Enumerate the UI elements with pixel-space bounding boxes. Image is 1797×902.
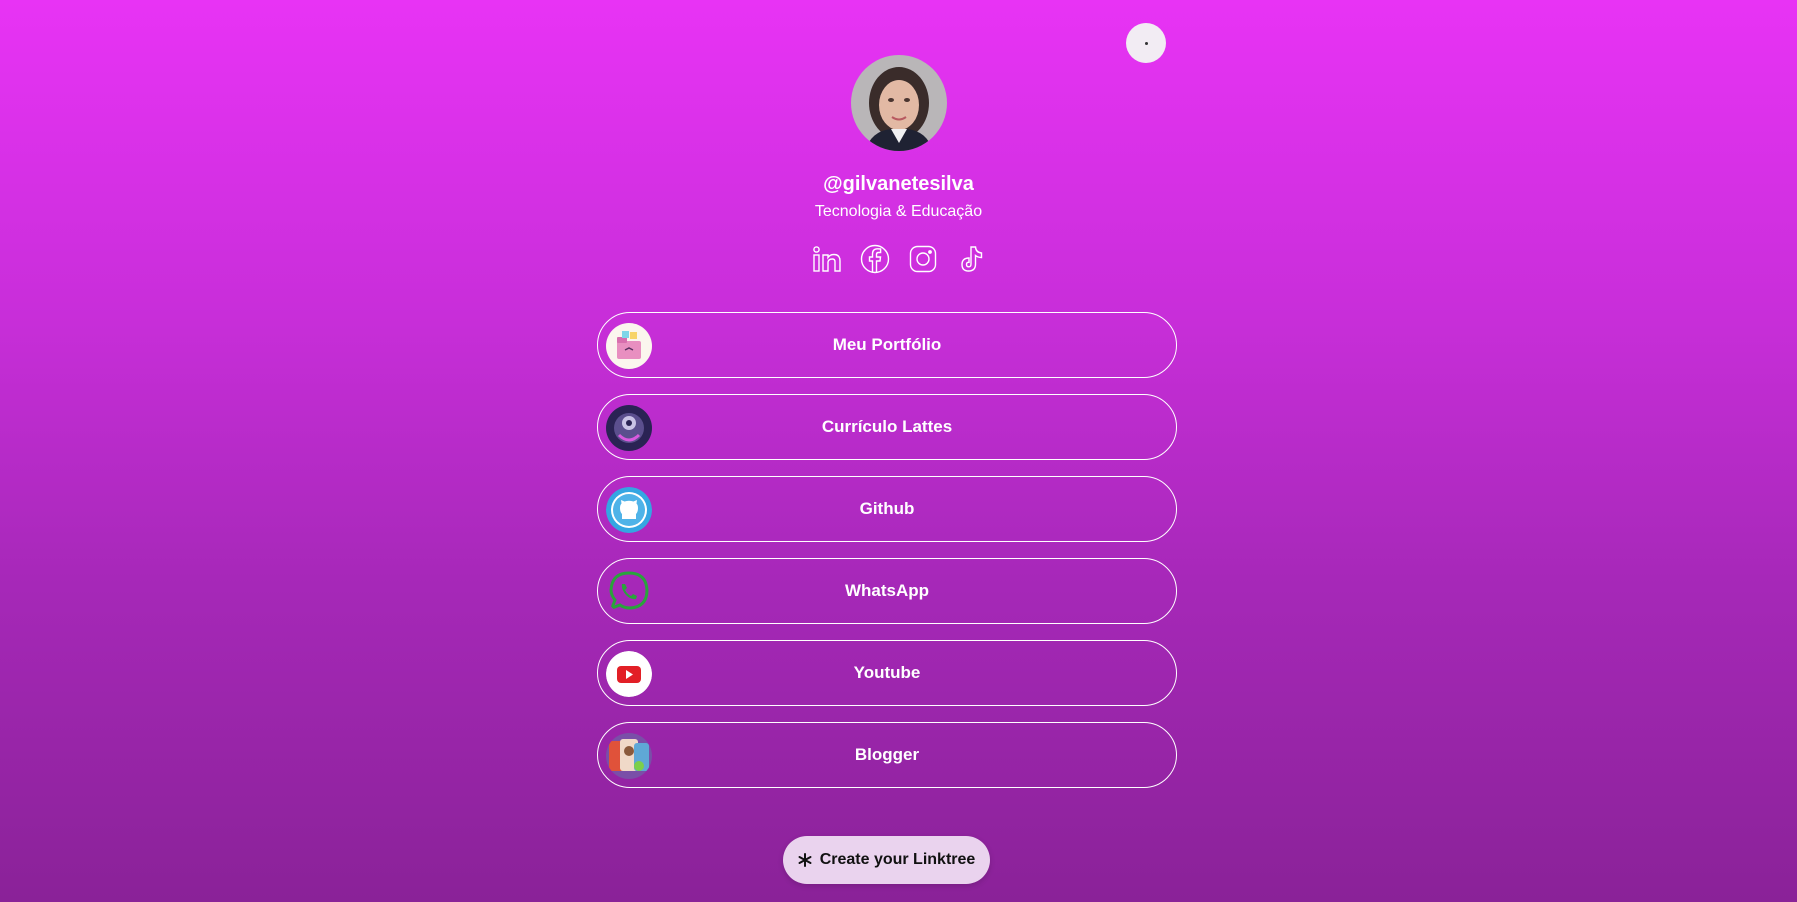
link-button-whatsapp[interactable]: WhatsApp (597, 558, 1177, 624)
blogger-thumb (606, 733, 652, 779)
lattes-thumb (606, 405, 652, 451)
link-button-youtube[interactable]: Youtube (597, 640, 1177, 706)
facebook-icon[interactable] (860, 243, 890, 275)
create-linktree-label: Create your Linktree (819, 851, 976, 868)
whatsapp-thumb (606, 569, 652, 615)
tiktok-icon[interactable] (956, 243, 986, 275)
profile-bio: Tecnologia & Educação (814, 203, 983, 220)
link-button-portfolio[interactable]: Meu Portfólio (597, 312, 1177, 378)
link-label: Blogger (854, 745, 920, 764)
link-label: WhatsApp (844, 581, 930, 600)
linkedin-icon[interactable] (812, 243, 842, 275)
linktree-asterisk-icon (798, 853, 812, 867)
more-dots-icon (1144, 41, 1148, 45)
link-button-lattes[interactable]: Currículo Lattes (597, 394, 1177, 460)
profile-handle: @gilvanetesilva (823, 173, 974, 195)
link-list: Meu Portfólio Currículo Lattes Github Wh… (597, 312, 1177, 804)
create-linktree-button[interactable]: Create your Linktree (783, 836, 990, 884)
profile-header: @gilvanetesilva Tecnologia & Educação (0, 55, 1797, 275)
social-icons (812, 243, 986, 275)
avatar (850, 55, 947, 151)
link-label: Currículo Lattes (821, 417, 953, 436)
link-button-github[interactable]: Github (597, 476, 1177, 542)
link-label: Github (859, 499, 915, 518)
portfolio-thumb (606, 323, 652, 369)
youtube-thumb (606, 651, 652, 697)
link-button-blogger[interactable]: Blogger (597, 722, 1177, 788)
link-label: Meu Portfólio (832, 335, 942, 354)
link-label: Youtube (853, 663, 921, 682)
github-thumb (606, 487, 652, 533)
instagram-icon[interactable] (908, 243, 938, 275)
